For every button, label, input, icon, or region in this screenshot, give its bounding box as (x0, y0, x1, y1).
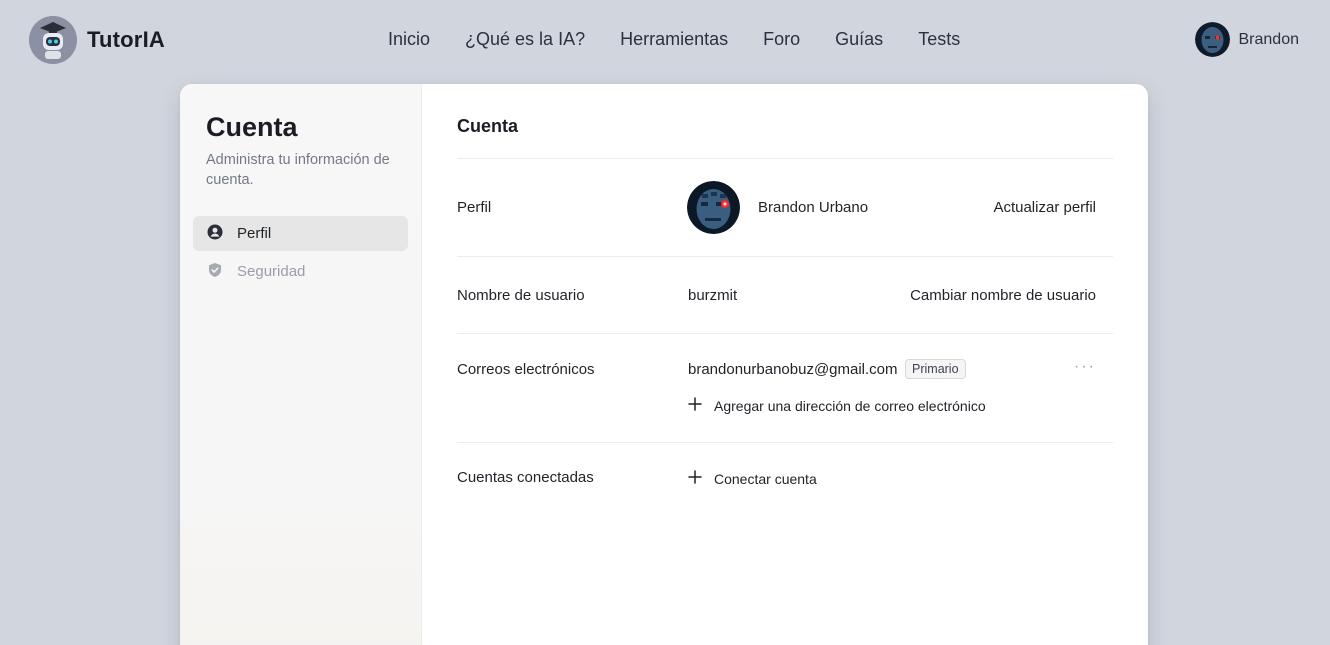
nav-item-guias[interactable]: Guías (835, 29, 883, 50)
connect-account-button[interactable]: Conectar cuenta (688, 470, 817, 487)
sidebar-title: Cuenta (206, 112, 298, 142)
email-address: brandonurbanobuz@gmail.com (688, 361, 898, 378)
account-card: Cuenta Administra tu información de cuen… (180, 84, 1148, 645)
profile-label: Perfil (457, 199, 492, 216)
brand-name: TutorIA (87, 27, 165, 52)
nav-item-que-es-ia[interactable]: ¿Qué es la IA? (465, 29, 585, 50)
profile-avatar (687, 181, 740, 234)
brand-home-link[interactable]: TutorIA (29, 16, 165, 64)
robot-graduate-icon (29, 16, 77, 64)
user-menu[interactable]: Brandon (1194, 22, 1300, 57)
plus-icon (688, 397, 702, 414)
primary-badge: Primario (905, 359, 966, 379)
nav-item-herramientas[interactable]: Herramientas (620, 29, 728, 50)
user-avatar (1194, 22, 1230, 57)
add-email-label: Agregar una dirección de correo electrón… (714, 397, 986, 414)
change-username-button[interactable]: Cambiar nombre de usuario (910, 287, 1096, 304)
shield-check-icon (207, 262, 223, 282)
user-name: Brandon (1238, 30, 1300, 48)
sidebar-subtitle: Administra tu información de cuenta. (206, 152, 390, 188)
account-main: Cuenta Perfil Brandon Urbano Actualizar … (422, 84, 1148, 645)
add-email-button[interactable]: Agregar una dirección de correo electrón… (688, 397, 986, 414)
sidebar-item-perfil[interactable]: Perfil (193, 216, 408, 251)
nav-item-foro[interactable]: Foro (763, 29, 800, 50)
main-nav: Inicio ¿Qué es la IA? Herramientas Foro … (388, 29, 995, 50)
sidebar-menu: Perfil Seguridad (193, 216, 408, 289)
sidebar-item-seguridad[interactable]: Seguridad (193, 254, 408, 289)
profile-full-name: Brandon Urbano (758, 199, 869, 216)
connected-accounts-row: Cuentas conectadas Conectar cuenta (457, 443, 1113, 523)
section-title: Cuenta (457, 116, 1113, 159)
username-row: Nombre de usuario burzmit Cambiar nombre… (457, 257, 1113, 334)
email-more-options-button[interactable]: ··· (1074, 358, 1096, 376)
nav-item-inicio[interactable]: Inicio (388, 29, 430, 50)
profile-row: Perfil Brandon Urbano Actualizar perfil (457, 159, 1113, 257)
username-label: Nombre de usuario (457, 287, 585, 304)
connected-accounts-label: Cuentas conectadas (457, 469, 594, 486)
sidebar-item-label: Perfil (237, 225, 272, 242)
connect-account-label: Conectar cuenta (714, 470, 817, 487)
update-profile-button[interactable]: Actualizar perfil (993, 199, 1096, 216)
plus-icon (688, 470, 702, 487)
username-value: burzmit (688, 287, 738, 304)
account-sidebar: Cuenta Administra tu información de cuen… (180, 84, 422, 645)
emails-label: Correos electrónicos (457, 361, 595, 378)
emails-row: Correos electrónicos brandonurbanobuz@gm… (457, 334, 1113, 443)
user-circle-icon (207, 224, 223, 244)
nav-item-tests[interactable]: Tests (918, 29, 960, 50)
sidebar-item-label: Seguridad (237, 263, 306, 280)
top-navbar: TutorIA Inicio ¿Qué es la IA? Herramient… (0, 0, 1330, 80)
